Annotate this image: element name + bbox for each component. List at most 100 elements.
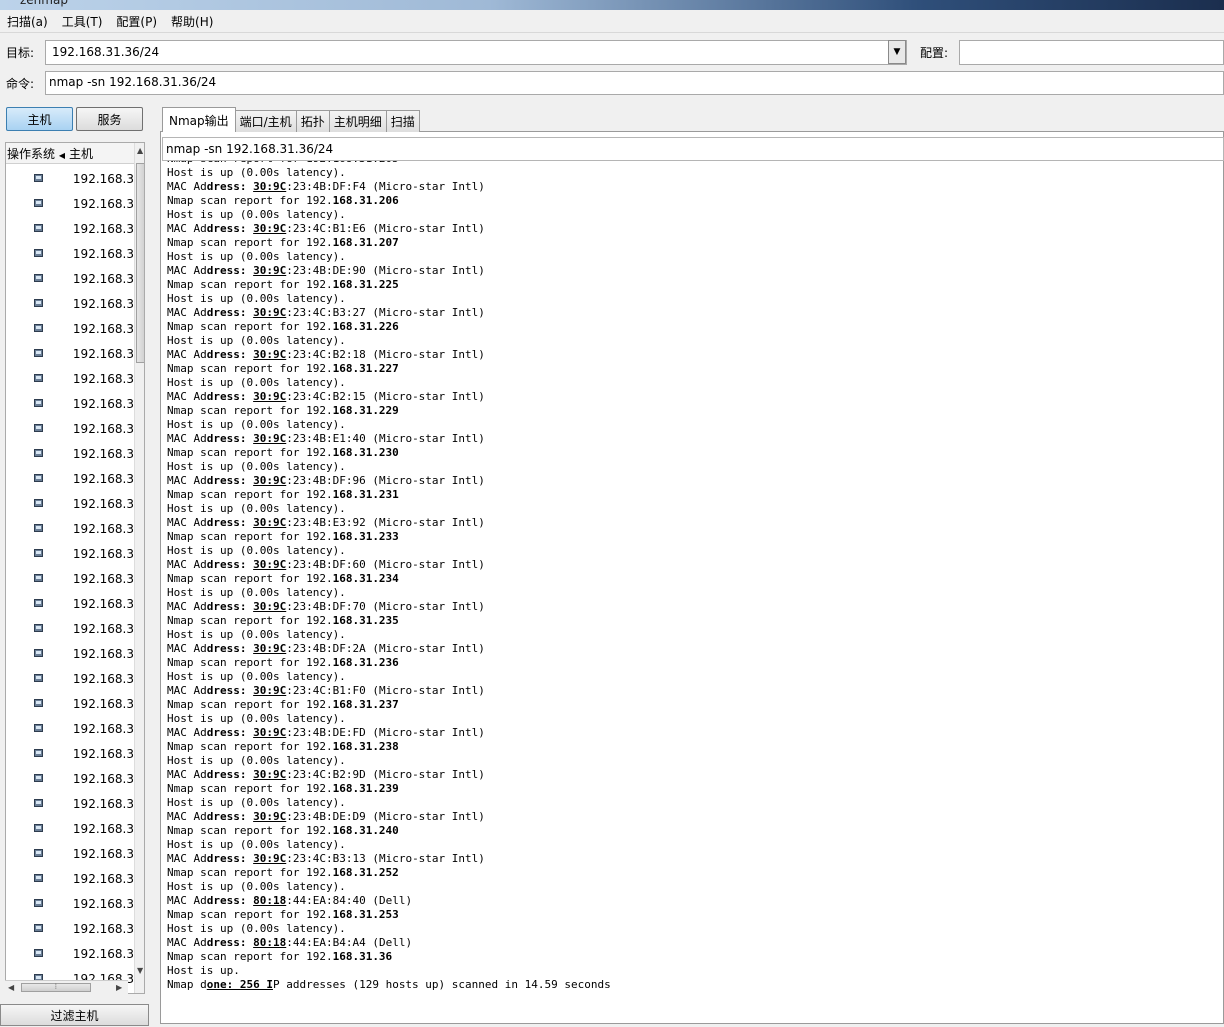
- host-row[interactable]: 192.168.3: [6, 591, 134, 616]
- output-line: Nmap scan report for 192.168.31.234: [167, 572, 399, 585]
- output-line: MAC Address: 30:9C:23:4B:DF:60 (Micro-st…: [167, 558, 485, 571]
- scroll-right-icon[interactable]: ▶: [116, 983, 122, 992]
- tab-ports-hosts[interactable]: 端口/主机: [234, 110, 297, 132]
- output-line: Nmap done: 256 IP addresses (129 hosts u…: [167, 978, 611, 991]
- host-row[interactable]: 192.168.3: [6, 416, 134, 441]
- scroll-down-icon[interactable]: ▼: [137, 966, 143, 975]
- host-row[interactable]: 192.168.3: [6, 941, 134, 966]
- host-row[interactable]: 192.168.3: [6, 441, 134, 466]
- output-line: Nmap scan report for 192.168.31.236: [167, 656, 399, 669]
- host-row[interactable]: 192.168.3: [6, 241, 134, 266]
- host-row[interactable]: 192.168.3: [6, 216, 134, 241]
- os-unknown-icon: [34, 649, 43, 658]
- column-os[interactable]: 操作系统 ◀: [6, 145, 69, 162]
- hosts-view-button[interactable]: 主机: [6, 107, 73, 131]
- host-row[interactable]: 192.168.3: [6, 816, 134, 841]
- host-row-label: 192.168.3: [72, 946, 134, 961]
- os-unknown-icon: [34, 374, 43, 383]
- host-row[interactable]: 192.168.3: [6, 566, 134, 591]
- host-row[interactable]: 192.168.3: [6, 666, 134, 691]
- profile-label: 配置:: [920, 46, 949, 60]
- output-line: Host is up (0.00s latency).: [167, 376, 346, 389]
- host-row[interactable]: 192.168.3: [6, 191, 134, 216]
- host-row[interactable]: 192.168.3: [6, 291, 134, 316]
- host-row-label: 192.168.3: [72, 596, 134, 611]
- tab-host-details[interactable]: 主机明细: [328, 110, 387, 132]
- os-unknown-icon: [34, 224, 43, 233]
- menu-profile[interactable]: 配置(P): [109, 13, 164, 30]
- host-row[interactable]: 192.168.3: [6, 641, 134, 666]
- host-row[interactable]: 192.168.3: [6, 341, 134, 366]
- filter-hosts-button[interactable]: 过滤主机: [0, 1004, 149, 1026]
- title-bar: zenmap: [0, 0, 1224, 10]
- host-row-label: 192.168.3: [72, 571, 134, 586]
- host-list-vscrollbar[interactable]: ▲ ▼: [134, 143, 144, 993]
- tab-topology[interactable]: 拓扑: [295, 110, 330, 132]
- output-line: MAC Address: 30:9C:23:4B:DE:D9 (Micro-st…: [167, 810, 485, 823]
- scroll-thumb[interactable]: [136, 163, 144, 363]
- output-line: MAC Address: 30:9C:23:4C:B2:15 (Micro-st…: [167, 390, 485, 403]
- menu-tools[interactable]: 工具(T): [55, 13, 110, 30]
- menu-scan[interactable]: 扫描(a): [0, 13, 55, 30]
- host-row[interactable]: 192.168.3: [6, 616, 134, 641]
- output-line: Host is up (0.00s latency).: [167, 166, 346, 179]
- hscroll-thumb[interactable]: ⋮: [21, 983, 91, 992]
- os-unknown-icon: [34, 899, 43, 908]
- host-row[interactable]: 192.168.3: [6, 691, 134, 716]
- output-line: Host is up.: [167, 964, 240, 977]
- services-view-button[interactable]: 服务: [76, 107, 143, 131]
- column-host[interactable]: 主机: [69, 145, 93, 162]
- menu-help[interactable]: 帮助(H): [164, 13, 220, 30]
- result-tabs: Nmap输出 端口/主机 拓扑 主机明细 扫描: [162, 107, 420, 132]
- host-row[interactable]: 192.168.3: [6, 716, 134, 741]
- host-row[interactable]: 192.168.3: [6, 516, 134, 541]
- host-row[interactable]: 192.168.3: [6, 316, 134, 341]
- host-row-label: 192.168.3: [72, 921, 134, 936]
- host-row[interactable]: 192.168.3: [6, 266, 134, 291]
- host-row[interactable]: 192.168.3: [6, 766, 134, 791]
- os-unknown-icon: [34, 749, 43, 758]
- host-row-label: 192.168.3: [72, 646, 134, 661]
- host-list-hscrollbar[interactable]: ◀ ⋮ ▶: [5, 980, 128, 995]
- target-dropdown-button[interactable]: ▼: [888, 40, 906, 64]
- tab-nmap-output[interactable]: Nmap输出: [162, 107, 236, 132]
- host-row[interactable]: 192.168.3: [6, 791, 134, 816]
- os-unknown-icon: [34, 499, 43, 508]
- output-line: Host is up (0.00s latency).: [167, 418, 346, 431]
- os-unknown-icon: [34, 549, 43, 558]
- host-row-label: 192.168.3: [72, 296, 134, 311]
- output-command-select[interactable]: nmap -sn 192.168.31.36/24: [162, 137, 1224, 161]
- os-unknown-icon: [34, 424, 43, 433]
- host-row-label: 192.168.3: [72, 821, 134, 836]
- host-row[interactable]: 192.168.3: [6, 466, 134, 491]
- host-row-label: 192.168.3: [72, 796, 134, 811]
- host-row[interactable]: 192.168.3: [6, 841, 134, 866]
- tab-scans[interactable]: 扫描: [385, 110, 420, 132]
- host-row[interactable]: 192.168.3: [6, 166, 134, 191]
- output-line: MAC Address: 30:9C:23:4B:DF:2A (Micro-st…: [167, 642, 485, 655]
- target-input[interactable]: 192.168.31.36/24: [45, 40, 907, 65]
- host-row[interactable]: 192.168.3: [6, 491, 134, 516]
- scroll-left-icon[interactable]: ◀: [8, 983, 14, 992]
- scroll-up-icon[interactable]: ▲: [137, 146, 143, 155]
- host-row[interactable]: 192.168.3: [6, 891, 134, 916]
- output-line: MAC Address: 30:9C:23:4B:DE:90 (Micro-st…: [167, 264, 485, 277]
- output-line: Host is up (0.00s latency).: [167, 670, 346, 683]
- profile-combo[interactable]: [959, 40, 1224, 65]
- output-line: MAC Address: 30:9C:23:4B:E1:40 (Micro-st…: [167, 432, 485, 445]
- host-row[interactable]: 192.168.3: [6, 391, 134, 416]
- output-line: MAC Address: 30:9C:23:4B:DE:FD (Micro-st…: [167, 726, 485, 739]
- host-row[interactable]: 192.168.3: [6, 916, 134, 941]
- host-row[interactable]: 192.168.3: [6, 866, 134, 891]
- host-row-label: 192.168.3: [72, 346, 134, 361]
- host-row-label: 192.168.3: [72, 321, 134, 336]
- host-row[interactable]: 192.168.3: [6, 541, 134, 566]
- output-line: MAC Address: 30:9C:23:4C:B3:13 (Micro-st…: [167, 852, 485, 865]
- host-row[interactable]: 192.168.3: [6, 366, 134, 391]
- output-line: Host is up (0.00s latency).: [167, 712, 346, 725]
- host-row-label: 192.168.3: [72, 471, 134, 486]
- host-row-label: 192.168.3: [72, 621, 134, 636]
- os-unknown-icon: [34, 274, 43, 283]
- command-input[interactable]: nmap -sn 192.168.31.36/24: [45, 71, 1224, 95]
- host-row[interactable]: 192.168.3: [6, 741, 134, 766]
